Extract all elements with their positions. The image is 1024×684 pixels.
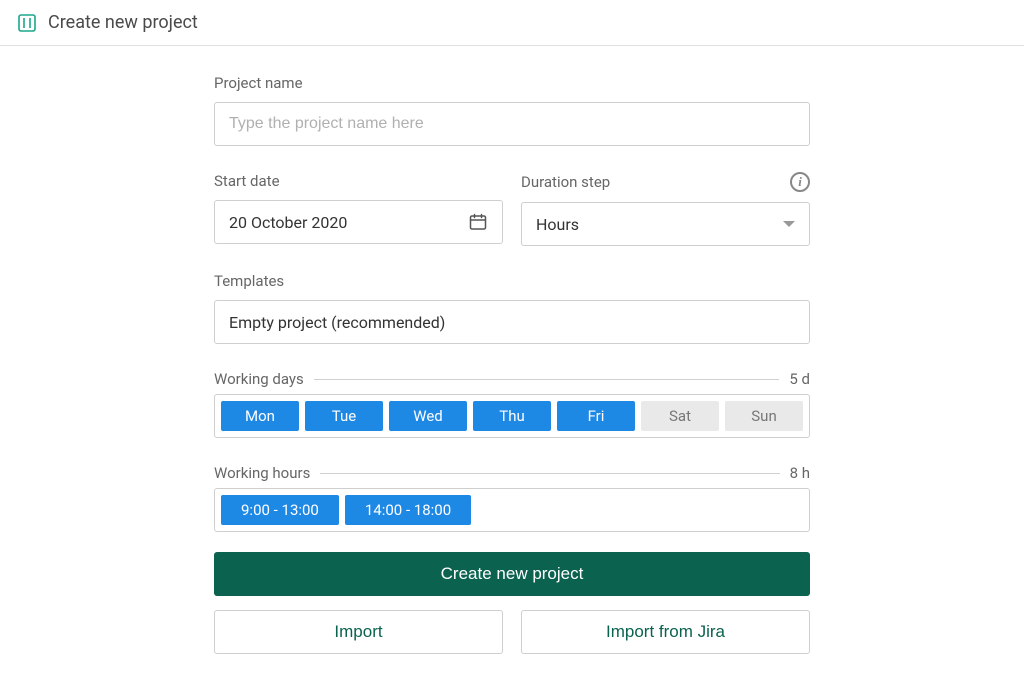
templates-label: Templates [214,272,810,290]
info-icon[interactable]: i [790,172,810,192]
templates-value: Empty project (recommended) [229,313,445,332]
create-project-button[interactable]: Create new project [214,552,810,596]
calendar-icon [468,212,488,232]
hour-range-chip[interactable]: 9:00 - 13:00 [221,495,339,525]
page-header: Create new project [0,0,1024,46]
templates-select[interactable]: Empty project (recommended) [214,300,810,344]
day-chip-thu[interactable]: Thu [473,401,551,431]
page-title: Create new project [48,12,198,33]
hour-range-chip[interactable]: 14:00 - 18:00 [345,495,471,525]
working-days-summary: 5 d [789,370,810,388]
import-button[interactable]: Import [214,610,503,654]
working-days-container: MonTueWedThuFriSatSun [214,394,810,438]
working-hours-summary: 8 h [790,464,810,482]
duration-step-label: Duration step [521,173,610,191]
create-project-form: Project name Start date 20 October 2020 [214,74,810,654]
start-date-value: 20 October 2020 [229,213,347,232]
day-chip-fri[interactable]: Fri [557,401,635,431]
project-name-label: Project name [214,74,810,92]
working-hours-container: 9:00 - 13:0014:00 - 18:00 [214,488,810,532]
day-chip-sun[interactable]: Sun [725,401,803,431]
start-date-label: Start date [214,172,280,190]
day-chip-mon[interactable]: Mon [221,401,299,431]
start-date-input[interactable]: 20 October 2020 [214,200,503,244]
day-chip-wed[interactable]: Wed [389,401,467,431]
chevron-down-icon [783,221,795,227]
import-jira-button[interactable]: Import from Jira [521,610,810,654]
divider [314,379,780,380]
day-chip-sat[interactable]: Sat [641,401,719,431]
project-icon [18,14,36,32]
day-chip-tue[interactable]: Tue [305,401,383,431]
working-days-label: Working days [214,370,304,388]
duration-step-value: Hours [536,215,579,234]
divider [320,473,779,474]
working-hours-label: Working hours [214,464,310,482]
duration-step-select[interactable]: Hours [521,202,810,246]
project-name-input[interactable] [214,102,810,146]
